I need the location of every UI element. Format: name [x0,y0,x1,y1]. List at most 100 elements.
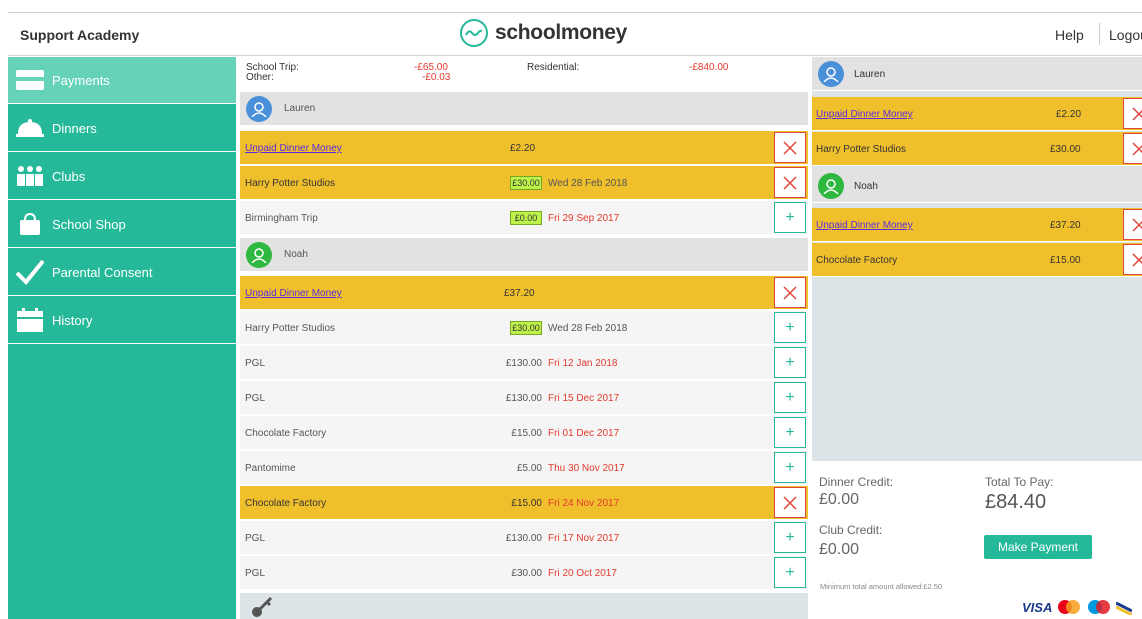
residential-label: Residential: [527,62,580,73]
key-icon[interactable] [250,595,274,619]
remove-button[interactable] [774,487,806,518]
make-payment-button[interactable]: Make Payment [984,535,1092,559]
sidebar-item-parental-consent[interactable]: Parental Consent [8,249,236,296]
unpaid-dinner-money-link[interactable]: Unpaid Dinner Money [245,288,342,299]
unpaid-dinner-money-link[interactable]: Unpaid Dinner Money [816,220,913,231]
payment-row: Pantomime £5.00 Thu 30 Nov 2017 + [240,451,808,485]
add-button[interactable]: + [774,382,806,413]
student-name: Lauren [284,103,316,114]
student-name: Noah [284,249,308,260]
add-button[interactable]: + [774,202,806,233]
basket-panel: Lauren Unpaid Dinner Money £2.20 Harry P… [812,57,1142,619]
help-link[interactable]: Help [1055,27,1084,43]
remove-button[interactable] [1123,98,1142,129]
card-icon [1116,601,1133,615]
amount-input[interactable]: £0.00 [510,211,542,225]
payment-date: Wed 28 Feb 2018 [548,323,628,334]
club-credit-value: £0.00 [819,541,860,558]
total-value: £84.40 [985,491,1047,513]
payment-row: Chocolate Factory £15.00 Fri 24 Nov 2017 [240,486,808,520]
avatar [818,61,844,87]
basket-item-name: Chocolate Factory [816,255,898,266]
sidebar-item-label: School Shop [52,216,126,232]
remove-button[interactable] [774,132,806,163]
top-header: Support Academy schoolmoney Help Logout [8,12,1142,56]
dinner-credit-value: £0.00 [819,491,860,508]
unpaid-dinner-money-link[interactable]: Unpaid Dinner Money [245,143,342,154]
payment-name: Pantomime [245,463,296,474]
schoolmoney-logo[interactable]: schoolmoney [460,19,627,47]
residential-value: -£840.00 [689,62,729,73]
payment-amount: £130.00 [505,358,542,369]
basket-amount: £37.20 [1050,220,1081,231]
payment-amount: £37.20 [504,288,535,299]
payment-amount: £15.00 [511,498,542,509]
other-value: -£0.03 [422,72,451,83]
add-button[interactable]: + [774,557,806,588]
payment-date: Fri 24 Nov 2017 [548,498,620,509]
payment-row: Chocolate Factory £15.00 Fri 01 Dec 2017… [240,416,808,450]
payment-row: PGL £130.00 Fri 12 Jan 2018 + [240,346,808,380]
card-logos: VISA [1022,599,1133,615]
sidebar-item-school-shop[interactable]: School Shop [8,201,236,248]
plus-icon: + [785,353,795,371]
basket-student-lauren: Lauren [812,57,1142,91]
payment-name: PGL [245,358,266,369]
sidebar-item-label: Dinners [52,120,97,136]
sidebar-item-history[interactable]: History [8,297,236,344]
payment-amount: £130.00 [505,393,542,404]
amount-input[interactable]: £30.00 [510,321,542,335]
payment-name: Chocolate Factory [245,428,327,439]
sidebar-item-dinners[interactable]: Dinners [8,105,236,152]
card-icon [8,57,52,104]
add-button[interactable]: + [774,417,806,448]
remove-button[interactable] [1123,244,1142,275]
add-button[interactable]: + [774,452,806,483]
payment-amount: £130.00 [505,533,542,544]
payment-date: Fri 20 Oct 2017 [548,568,617,579]
avatar [818,173,844,199]
remove-button[interactable] [774,277,806,308]
club-credit-label: Club Credit: [819,523,883,537]
add-button[interactable]: + [774,522,806,553]
payment-row: PGL £130.00 Fri 17 Nov 2017 + [240,521,808,555]
remove-button[interactable] [1123,209,1142,240]
plus-icon: + [785,423,795,441]
payment-date: Fri 17 Nov 2017 [548,533,620,544]
close-icon [783,140,797,155]
remove-button[interactable] [1123,133,1142,164]
remove-button[interactable] [774,167,806,198]
unpaid-dinner-money-link[interactable]: Unpaid Dinner Money [816,109,913,120]
sidebar: Payments Dinners Clubs School Shop Paren… [8,57,236,619]
logo-text: schoolmoney [495,21,628,44]
sidebar-item-label: Parental Consent [52,264,153,280]
app-window: Support Academy schoolmoney Help Logout … [0,0,1142,619]
payment-name: Chocolate Factory [245,498,327,509]
maestro-icon [1088,600,1111,614]
plus-icon: + [785,528,795,546]
payment-date: Wed 28 Feb 2018 [548,178,628,189]
plus-icon: + [785,458,795,476]
dinner-credit-label: Dinner Credit: [819,475,894,489]
payment-row: Harry Potter Studios £30.00 Wed 28 Feb 2… [240,166,808,200]
logout-link[interactable]: Logout [1109,27,1142,43]
payment-row: Harry Potter Studios £30.00 Wed 28 Feb 2… [240,311,808,345]
payment-amount: £15.00 [511,428,542,439]
balance-summary: School Trip: Other: -£65.00 -£0.03 Resid… [240,57,808,91]
checkmark-icon [8,249,52,296]
plus-icon: + [785,208,795,226]
close-icon [1132,141,1142,156]
add-button[interactable]: + [774,312,806,343]
people-icon [8,153,52,200]
student-header-noah: Noah [240,238,808,272]
basket-row: Unpaid Dinner Money £2.20 [812,97,1142,131]
close-icon [783,175,797,190]
student-header-lauren: Lauren [240,92,808,126]
payments-list-panel: School Trip: Other: -£65.00 -£0.03 Resid… [240,57,808,619]
payment-name: Birmingham Trip [245,213,318,224]
sidebar-item-clubs[interactable]: Clubs [8,153,236,200]
sidebar-item-payments[interactable]: Payments [8,57,236,104]
basket-row: Unpaid Dinner Money £37.20 [812,208,1142,242]
amount-input[interactable]: £30.00 [510,176,542,190]
add-button[interactable]: + [774,347,806,378]
